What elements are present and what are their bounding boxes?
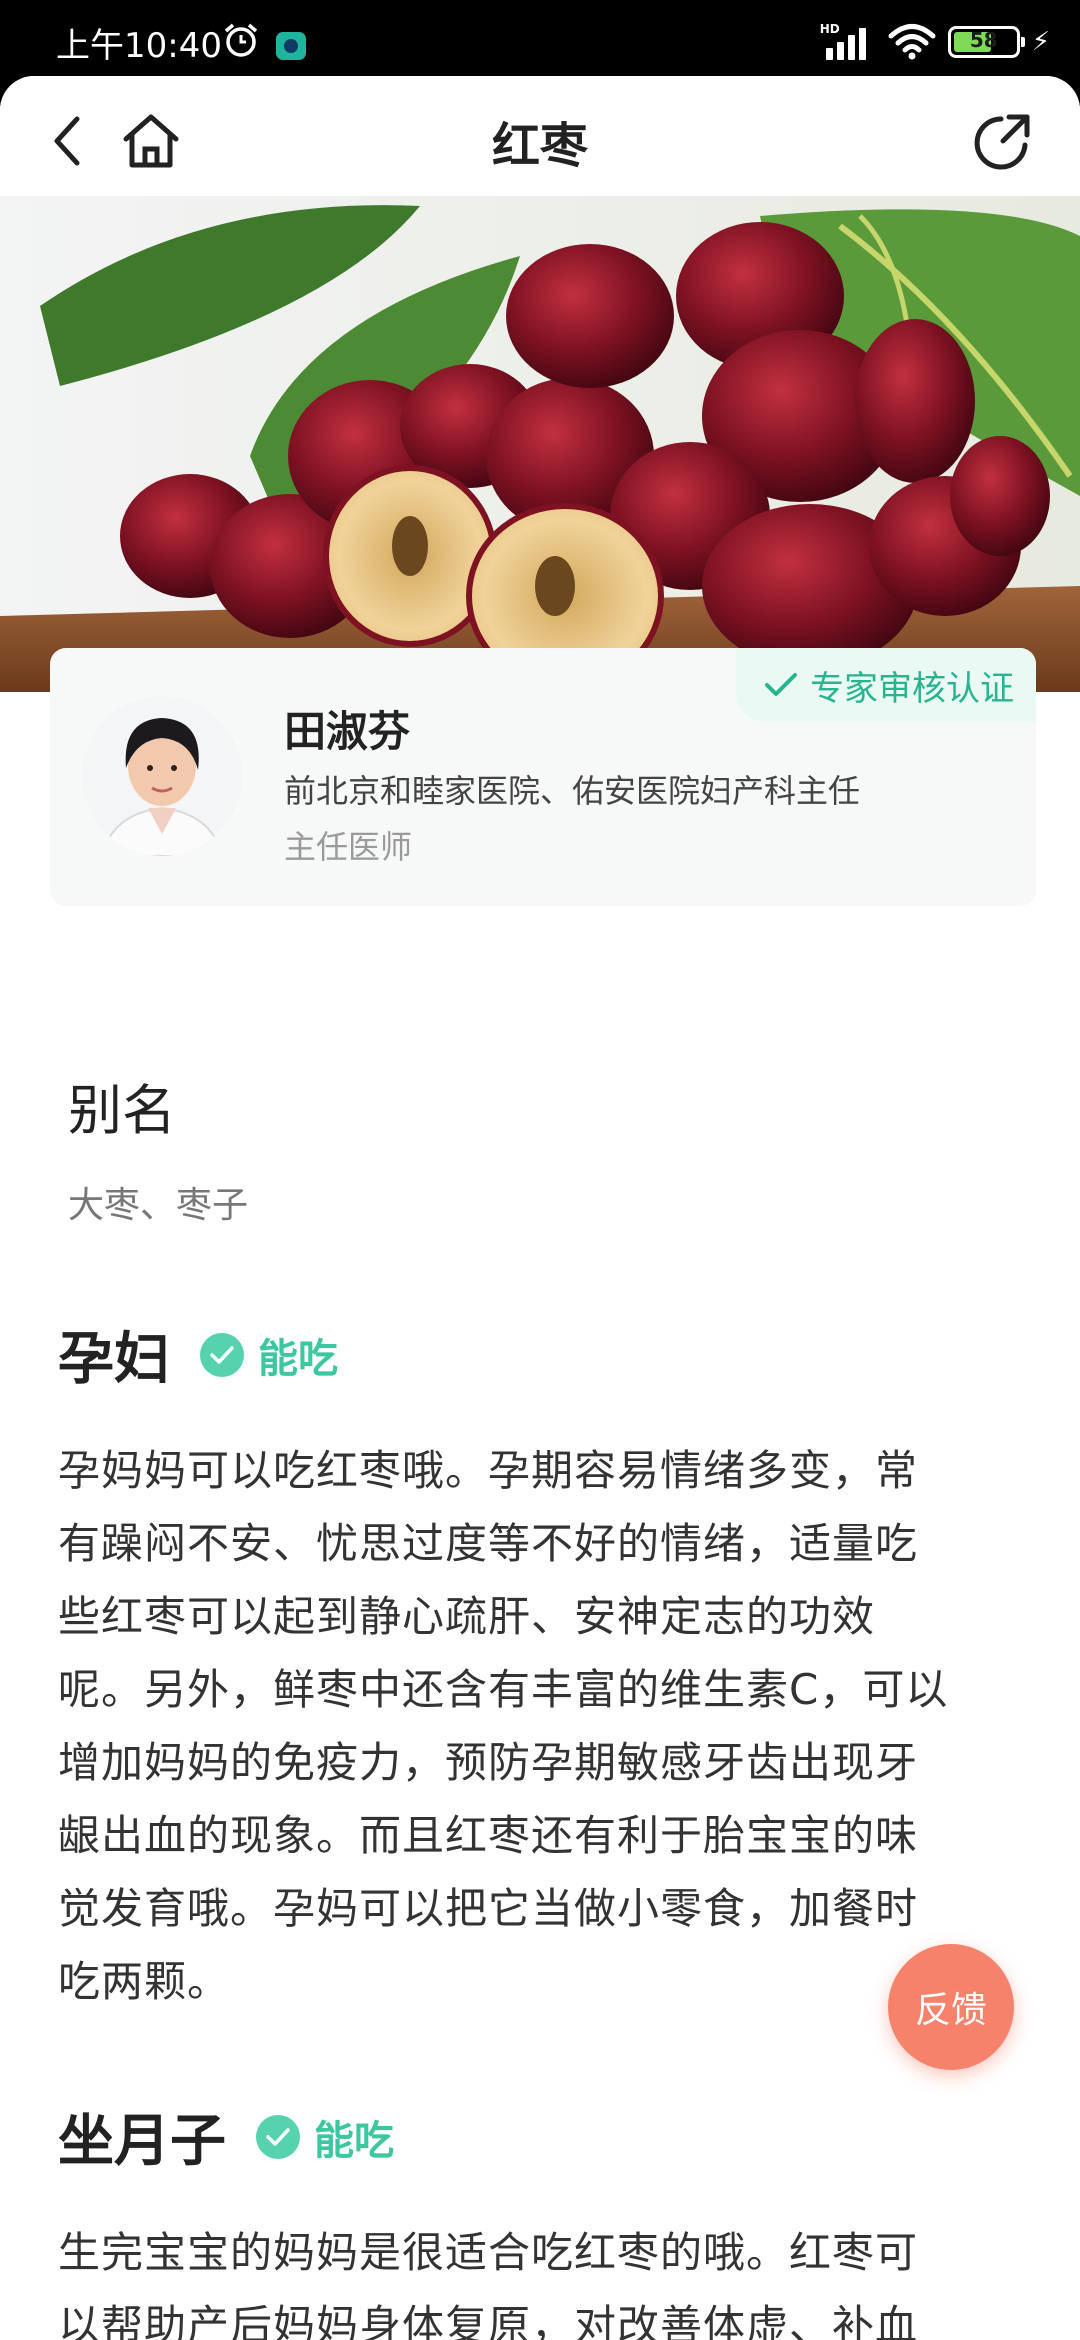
expert-review-card[interactable]: 专家审核认证 田淑芬 前北京和睦家医院、佑安医院妇产科主任 主任医师 (50, 648, 1036, 906)
battery-icon: 58 (947, 26, 1025, 58)
expert-name: 田淑芬 (284, 707, 411, 756)
alias-heading: 别名 (68, 1079, 176, 1142)
section-postpartum: 坐月子 能吃 (58, 2096, 394, 2177)
share-button[interactable] (968, 106, 1038, 176)
description-line: 增加妈妈的免疫力，预防孕期敏感牙齿出现牙 (58, 1738, 919, 1787)
expert-organization: 前北京和睦家医院、佑安医院妇产科主任 (284, 772, 861, 810)
can-eat-badge: 能吃 (256, 2108, 394, 2166)
description-line: 觉发育哦。孕妈可以把它当做小零食，加餐时 (58, 1884, 919, 1933)
app-screen: 红枣 专家审核认证 田淑芬 前北京和睦家医院、佑安医院妇产科主任 主任医师 别名… (0, 76, 1080, 2340)
check-circle-icon (256, 2114, 300, 2159)
section-pregnant: 孕妇 能吃 (58, 1314, 338, 1395)
section-description: 孕妈妈可以吃红枣哦。孕期容易情绪多变，常 有躁闷不安、忧思过度等不好的情绪，适量… (58, 1434, 1018, 2018)
description-line: 些红枣可以起到静心疏肝、安神定志的功效 (58, 1592, 876, 1641)
alarm-icon (224, 23, 258, 57)
wifi-icon (888, 24, 936, 60)
description-line: 孕妈妈可以吃红枣哦。孕期容易情绪多变，常 (58, 1446, 919, 1495)
status-time: 上午10:40 (56, 26, 222, 66)
section-description: 生完宝宝的妈妈是很适合吃红枣的哦。红枣可 以帮助产后妈妈身体复原，对改善体虚、补… (58, 2216, 1018, 2340)
expert-verified-badge: 专家审核认证 (736, 648, 1036, 722)
expert-title: 主任医师 (284, 828, 413, 866)
charging-icon: ⚡ (1031, 27, 1050, 57)
food-hero-image (0, 196, 1080, 692)
description-line: 生完宝宝的妈妈是很适合吃红枣的哦。红枣可 (58, 2228, 919, 2277)
description-line: 呢。另外，鲜枣中还含有丰富的维生素C，可以 (58, 1665, 949, 1714)
page-title: 红枣 (491, 118, 588, 174)
description-line: 有躁闷不安、忧思过度等不好的情绪，适量吃 (58, 1519, 919, 1568)
share-icon (974, 114, 1030, 170)
check-icon (765, 673, 797, 696)
can-eat-label: 能吃 (258, 1335, 338, 1382)
can-eat-label: 能吃 (314, 2117, 394, 2164)
expert-badge-label: 专家审核认证 (810, 668, 1014, 709)
description-line: 龈出血的现象。而且红枣还有利于胎宝宝的味 (58, 1811, 919, 1860)
feedback-button[interactable]: 反馈 (888, 1944, 1014, 2070)
alias-text: 大枣、枣子 (68, 1185, 249, 1226)
description-line: 吃两颗。 (58, 1957, 231, 2006)
can-eat-badge: 能吃 (200, 1326, 338, 1384)
cellular-signal-icon: HD (820, 22, 876, 62)
description-line: 以帮助产后妈妈身体复原，对改善体虚、补血 (58, 2301, 919, 2340)
check-circle-icon (200, 1332, 244, 1377)
section-title: 孕妇 (58, 1327, 170, 1392)
section-title: 坐月子 (58, 2109, 226, 2174)
status-bar: 上午10:40 HD 58 ⚡ (0, 0, 1080, 80)
avatar (82, 696, 242, 856)
nav-bar: 红枣 (0, 76, 1080, 196)
app-notification-icon (276, 32, 306, 60)
